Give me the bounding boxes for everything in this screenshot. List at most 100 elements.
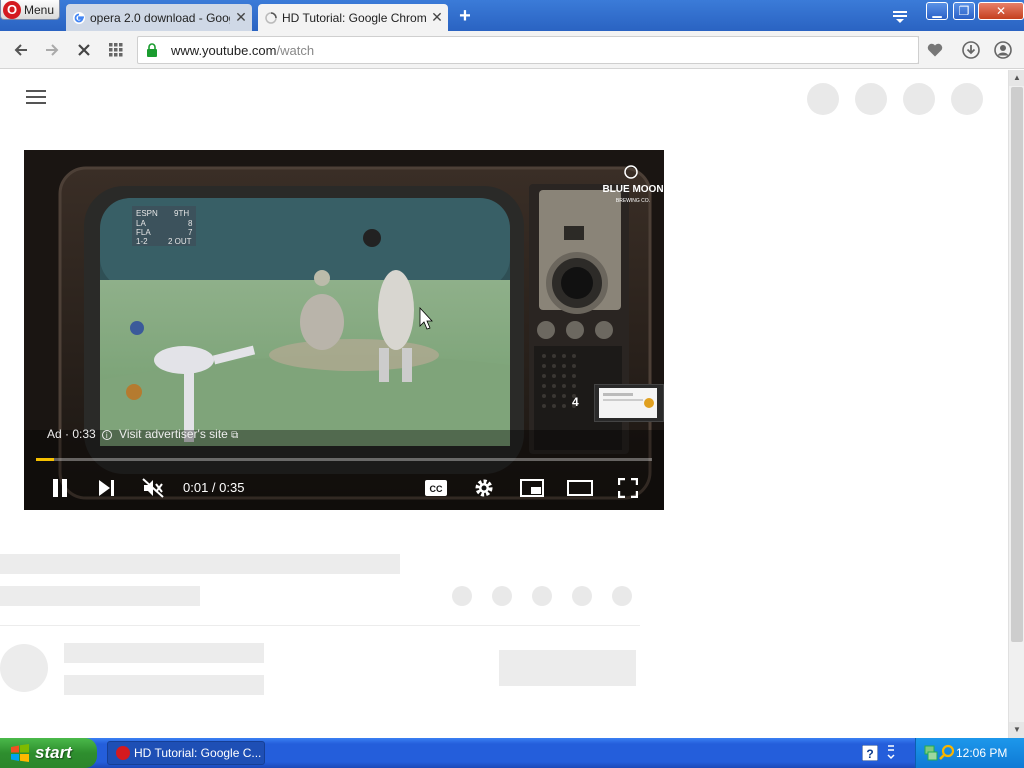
cc-icon: CC xyxy=(425,480,447,496)
player-controls: 0:01 / 0:35 CC xyxy=(24,468,664,508)
youtube-page: ESPN 9TH LA 8 FLA 7 1-2 2 OUT BLUE MOON … xyxy=(0,70,1008,738)
fullscreen-icon xyxy=(618,478,638,498)
ad-preview-thumbnail[interactable] xyxy=(594,384,664,422)
restore-button[interactable]: ❐ xyxy=(953,2,975,20)
ad-label: Ad · 0:33 i Visit advertiser's site ⧉ xyxy=(47,427,238,441)
theater-mode-button[interactable] xyxy=(566,474,594,502)
tab-close-icon[interactable]: ✕ xyxy=(230,9,252,26)
stop-button[interactable] xyxy=(74,40,94,60)
hamburger-menu-icon[interactable] xyxy=(26,90,46,106)
video-frame: ESPN 9TH LA 8 FLA 7 1-2 2 OUT BLUE MOON … xyxy=(24,150,664,510)
close-window-button[interactable]: ✕ xyxy=(978,2,1024,20)
action-placeholder-2 xyxy=(492,586,512,606)
help-icon[interactable]: ? xyxy=(862,745,878,761)
tab-menu-icon[interactable] xyxy=(892,8,908,24)
miniplayer-button[interactable] xyxy=(518,474,546,502)
minimize-icon: ▁ xyxy=(932,4,942,18)
views-placeholder xyxy=(0,586,200,606)
windows-logo-icon xyxy=(11,744,29,762)
google-icon xyxy=(73,11,85,24)
header-placeholder-4 xyxy=(951,83,983,115)
heart-icon xyxy=(927,43,942,57)
url-host: www.youtube.com xyxy=(171,43,277,58)
score-inning: 9TH xyxy=(174,209,189,218)
opera-menu-button[interactable]: O Menu xyxy=(0,0,60,20)
action-placeholder-3 xyxy=(532,586,552,606)
subscribe-placeholder xyxy=(499,650,636,686)
forward-button[interactable] xyxy=(42,40,62,60)
gear-icon xyxy=(475,479,493,497)
tab-opera-download[interactable]: opera 2.0 download - Google ✕ xyxy=(66,4,252,31)
fullscreen-button[interactable] xyxy=(614,474,642,502)
ad-count: 4 xyxy=(572,395,579,409)
system-tray: 12:06 PM xyxy=(915,738,1024,768)
video-player[interactable]: ESPN 9TH LA 8 FLA 7 1-2 2 OUT BLUE MOON … xyxy=(24,150,664,510)
taskbar-item-opera[interactable]: HD Tutorial: Google C... xyxy=(107,741,265,765)
ad-thumbnail-image xyxy=(599,388,657,418)
windows-taskbar: start HD Tutorial: Google C... ? 12:06 P… xyxy=(0,738,1024,768)
stop-icon xyxy=(78,44,90,56)
score-count: 1-2 xyxy=(136,237,148,246)
score-score1: 8 xyxy=(188,219,193,228)
action-placeholder-4 xyxy=(572,586,592,606)
pause-icon xyxy=(53,479,67,497)
svg-text:BREWING CO.: BREWING CO. xyxy=(616,198,650,204)
opera-icon xyxy=(116,746,130,760)
info-icon[interactable]: i xyxy=(101,430,112,440)
magnifier-icon[interactable] xyxy=(939,744,955,762)
address-bar[interactable]: www.youtube.com/watch xyxy=(137,36,919,64)
scroll-thumb[interactable] xyxy=(1011,87,1023,642)
url-text: www.youtube.com/watch xyxy=(171,43,314,58)
mute-button[interactable] xyxy=(139,474,167,502)
visit-advertiser-link[interactable]: Visit advertiser's site ⧉ xyxy=(119,427,238,441)
scroll-down-arrow-icon[interactable]: ▼ xyxy=(1009,722,1024,738)
captions-button[interactable]: CC xyxy=(422,474,450,502)
loading-spinner-icon xyxy=(265,11,277,24)
download-icon xyxy=(962,41,980,59)
tab-close-icon[interactable]: ✕ xyxy=(426,9,448,26)
scroll-up-arrow-icon[interactable]: ▲ xyxy=(1009,70,1024,86)
bookmark-button[interactable] xyxy=(918,36,950,64)
close-icon: ✕ xyxy=(995,4,1007,18)
divider xyxy=(0,625,640,626)
theater-icon xyxy=(567,480,593,496)
lock-icon[interactable] xyxy=(146,43,158,57)
header-placeholder-2 xyxy=(855,83,887,115)
start-button[interactable]: start xyxy=(0,738,97,768)
arrow-right-icon xyxy=(46,44,59,56)
tray-expand-icon[interactable] xyxy=(886,744,896,762)
downloads-button[interactable] xyxy=(961,40,981,60)
arrow-left-icon xyxy=(14,44,27,56)
navigation-bar: www.youtube.com/watch xyxy=(0,31,1024,69)
svg-text:BLUE MOON: BLUE MOON xyxy=(602,184,663,195)
pause-button[interactable] xyxy=(46,474,74,502)
back-button[interactable] xyxy=(11,40,31,60)
progress-fill xyxy=(36,458,55,461)
grid-icon xyxy=(109,43,123,57)
url-path: /watch xyxy=(276,43,315,58)
svg-text:CC: CC xyxy=(430,484,443,494)
settings-button[interactable] xyxy=(470,474,498,502)
account-button[interactable] xyxy=(993,40,1013,60)
tab-hd-tutorial[interactable]: HD Tutorial: Google Chrome ✕ xyxy=(258,4,448,31)
new-tab-button[interactable]: + xyxy=(455,6,475,26)
next-button[interactable] xyxy=(92,474,120,502)
action-placeholder-5 xyxy=(612,586,632,606)
taskbar-item-label: HD Tutorial: Google C... xyxy=(134,746,262,760)
speed-dial-button[interactable] xyxy=(106,40,126,60)
progress-bar[interactable] xyxy=(36,458,652,461)
score-outs: 2 OUT xyxy=(168,237,192,246)
header-placeholder-1 xyxy=(807,83,839,115)
minimize-button[interactable]: ▁ xyxy=(926,2,948,20)
subscriber-placeholder xyxy=(64,675,264,695)
header-placeholder-3 xyxy=(903,83,935,115)
external-link-icon: ⧉ xyxy=(231,430,239,441)
score-network: ESPN xyxy=(136,209,158,218)
opera-logo-icon: O xyxy=(3,0,21,19)
ad-time: Ad · 0:33 xyxy=(47,427,96,441)
score-team2: FLA xyxy=(136,228,151,237)
channel-avatar-placeholder xyxy=(0,644,48,692)
start-label: start xyxy=(35,743,72,762)
network-icon[interactable] xyxy=(924,745,938,761)
vertical-scrollbar[interactable]: ▲ ▼ xyxy=(1008,70,1024,738)
